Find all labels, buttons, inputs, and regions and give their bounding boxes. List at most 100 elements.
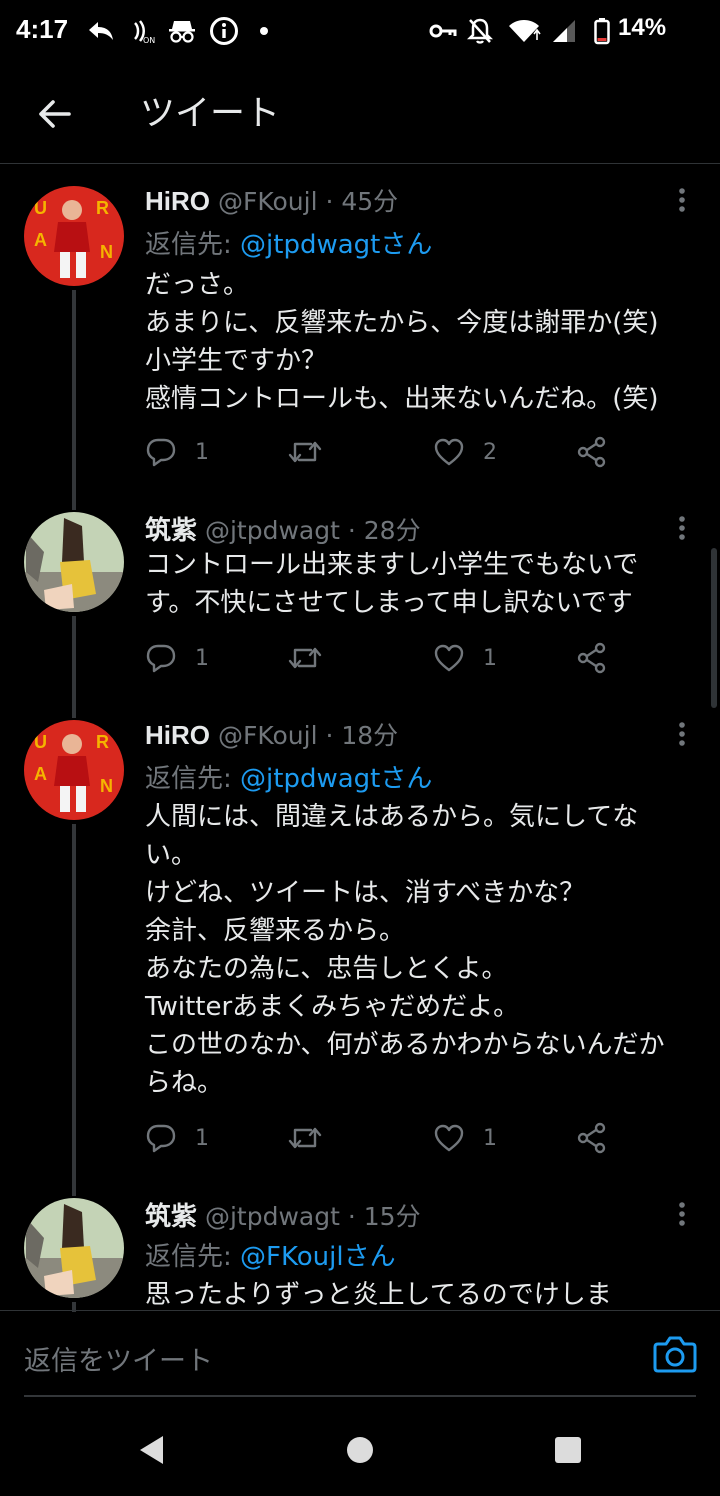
back-arrow-icon xyxy=(39,100,71,128)
reply-count: 1 xyxy=(195,1125,209,1151)
reply-count: 1 xyxy=(195,439,209,465)
reply-action[interactable]: 1 xyxy=(145,1118,209,1158)
like-action[interactable]: 1 xyxy=(433,1118,497,1158)
nav-back-button[interactable] xyxy=(132,1430,172,1470)
timestamp[interactable]: · 15分 xyxy=(348,1202,421,1231)
tweet[interactable]: U R A N HiRO @FKoujl · 45分 返信先: @jtpdwag… xyxy=(0,180,720,500)
like-action[interactable]: 2 xyxy=(433,432,497,472)
more-vertical-icon xyxy=(679,1202,685,1226)
reply-arrow-icon xyxy=(86,14,116,48)
reply-mention-link[interactable]: @jtpdwagtさん xyxy=(240,230,432,260)
avatar[interactable] xyxy=(24,1198,124,1298)
svg-text:A: A xyxy=(34,230,47,250)
scrollbar[interactable] xyxy=(711,548,717,708)
share-action[interactable] xyxy=(577,432,607,472)
reply-prefix: 返信先: xyxy=(145,1242,232,1272)
svg-text:R: R xyxy=(96,732,109,752)
handle[interactable]: @jtpdwagt xyxy=(205,1202,340,1231)
like-count: 1 xyxy=(483,645,497,671)
handle[interactable]: @jtpdwagt xyxy=(205,516,340,545)
more-options-button[interactable] xyxy=(668,1194,696,1234)
more-options-button[interactable] xyxy=(668,508,696,548)
tweet-header: HiRO @FKoujl · 18分 xyxy=(145,716,398,752)
signal-icon xyxy=(548,14,578,48)
more-options-button[interactable] xyxy=(668,180,696,220)
display-name[interactable]: 筑紫 xyxy=(145,1201,197,1231)
tweet-header: 筑紫 @jtpdwagt · 28分 xyxy=(145,510,421,547)
reply-context: 返信先: @jtpdwagtさん xyxy=(145,758,432,795)
reply-mention-link[interactable]: @FKoujlさん xyxy=(240,1242,396,1272)
svg-text:ON: ON xyxy=(143,36,155,45)
vpn-key-icon xyxy=(428,14,458,48)
handle[interactable]: @FKoujl xyxy=(218,721,318,750)
timestamp[interactable]: · 18分 xyxy=(325,721,398,750)
nfc-on-icon: ON xyxy=(128,14,158,48)
avatar[interactable]: U R A N xyxy=(24,186,124,286)
incognito-icon xyxy=(166,14,198,48)
tweet[interactable]: 筑紫 @jtpdwagt · 28分 コントロール出来ますし小学生でもないです。… xyxy=(0,508,720,698)
home-circle-icon xyxy=(347,1437,373,1463)
heart-icon xyxy=(434,1124,464,1152)
nav-home-button[interactable] xyxy=(340,1430,380,1470)
tweet-text: 人間には、間違えはあるから。気にしてない。 けどね、ツイートは、消すべきかな？ … xyxy=(145,802,665,1098)
status-time: 4:17 xyxy=(16,14,69,44)
reply-composer: 返信をツイート xyxy=(0,1310,720,1400)
top-app-bar: ツイート xyxy=(0,64,720,164)
retweet-action[interactable] xyxy=(287,638,323,678)
handle[interactable]: @FKoujl xyxy=(218,187,318,216)
timestamp[interactable]: · 45分 xyxy=(325,187,398,216)
reply-input-underline xyxy=(24,1395,696,1397)
display-name[interactable]: 筑紫 xyxy=(145,515,197,545)
share-icon xyxy=(577,436,606,468)
recents-square-icon xyxy=(555,1437,581,1463)
reply-icon xyxy=(146,438,176,467)
tweet[interactable]: 筑紫 @jtpdwagt · 15分 返信先: @FKoujlさん 思ったよりず… xyxy=(0,1194,720,1310)
tweet-actions: 1 1 xyxy=(145,1118,625,1158)
wifi-icon xyxy=(506,14,542,48)
retweet-action[interactable] xyxy=(287,1118,323,1158)
reply-context: 返信先: @FKoujlさん xyxy=(145,1236,396,1273)
retweet-icon xyxy=(288,647,322,669)
battery-icon xyxy=(592,14,612,48)
more-vertical-icon xyxy=(679,722,685,746)
avatar[interactable]: U R A N xyxy=(24,720,124,820)
nav-recents-button[interactable] xyxy=(548,1430,588,1470)
more-options-button[interactable] xyxy=(668,714,696,754)
back-triangle-icon xyxy=(140,1436,163,1464)
avatar[interactable] xyxy=(24,512,124,612)
back-button[interactable] xyxy=(28,88,80,140)
like-count: 1 xyxy=(483,1125,497,1151)
share-action[interactable] xyxy=(577,1118,607,1158)
share-icon xyxy=(577,1122,606,1154)
like-action[interactable]: 1 xyxy=(433,638,497,678)
share-icon xyxy=(577,642,606,674)
share-action[interactable] xyxy=(577,638,607,678)
page-title: ツイート xyxy=(140,94,281,134)
camera-button[interactable] xyxy=(652,1331,698,1377)
retweet-icon xyxy=(288,1127,322,1149)
timestamp[interactable]: · 28分 xyxy=(348,516,421,545)
reply-prefix: 返信先: xyxy=(145,230,232,260)
display-name[interactable]: HiRO xyxy=(145,186,210,216)
tweet-text: だっさ。 あまりに、反響来たから、今度は謝罪か(笑) 小学生ですか？ 感情コント… xyxy=(145,270,659,414)
system-navigation-bar xyxy=(0,1400,720,1496)
reply-action[interactable]: 1 xyxy=(145,638,209,678)
reply-context: 返信先: @jtpdwagtさん xyxy=(145,224,432,261)
retweet-action[interactable] xyxy=(287,432,323,472)
reply-icon xyxy=(146,1124,176,1153)
tweet[interactable]: U R A N HiRO @FKoujl · 18分 返信先: @jtpdwag… xyxy=(0,714,720,1184)
info-icon xyxy=(208,14,240,48)
reply-action[interactable]: 1 xyxy=(145,432,209,472)
display-name[interactable]: HiRO xyxy=(145,720,210,750)
svg-text:R: R xyxy=(96,198,109,218)
heart-icon xyxy=(434,644,464,672)
reply-mention-link[interactable]: @jtpdwagtさん xyxy=(240,764,432,794)
svg-text:N: N xyxy=(100,242,113,262)
svg-text:A: A xyxy=(34,764,47,784)
tweet-header: HiRO @FKoujl · 45分 xyxy=(145,182,398,218)
retweet-icon xyxy=(288,441,322,463)
more-vertical-icon xyxy=(679,516,685,540)
status-bar: 4:17 ON 14% xyxy=(0,0,720,64)
tweet-actions: 1 2 xyxy=(145,432,625,472)
reply-input[interactable]: 返信をツイート xyxy=(24,1339,213,1378)
